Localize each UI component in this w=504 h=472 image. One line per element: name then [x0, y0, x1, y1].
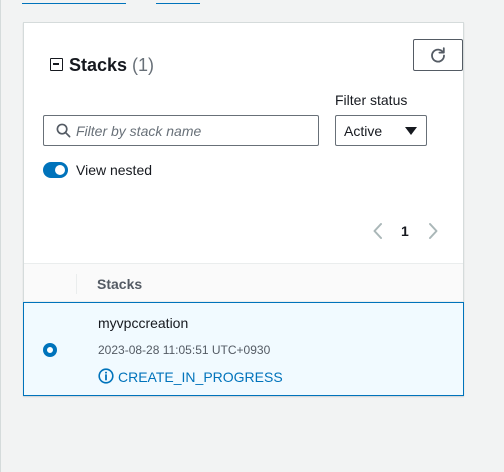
- view-nested-label: View nested: [76, 162, 153, 178]
- chevron-right-icon: [429, 223, 438, 239]
- column-header-stacks[interactable]: Stacks: [97, 276, 142, 292]
- stack-count: (1): [132, 55, 155, 75]
- status-text: CREATE_IN_PROGRESS: [118, 369, 283, 385]
- filter-status-value: Active: [344, 123, 383, 139]
- page-edge: [0, 0, 1, 472]
- search-icon: [56, 123, 71, 138]
- row-select-radio[interactable]: [43, 343, 57, 357]
- search-input[interactable]: [76, 116, 314, 145]
- filter-status-select[interactable]: Active: [335, 115, 427, 146]
- filter-status-label: Filter status: [335, 92, 408, 108]
- breadcrumb-link-1[interactable]: [22, 0, 126, 4]
- stack-name[interactable]: myvpccreation: [98, 315, 188, 331]
- page-title: Stacks (1): [69, 55, 154, 76]
- breadcrumb-link-2[interactable]: [156, 0, 200, 4]
- refresh-icon: [431, 47, 445, 63]
- pagination-prev-button[interactable]: [371, 222, 385, 240]
- info-icon: [98, 368, 114, 384]
- collapse-icon[interactable]: [50, 58, 63, 71]
- table-header: Stacks: [24, 263, 463, 302]
- pagination-page-1[interactable]: 1: [401, 223, 409, 239]
- chevron-left-icon: [373, 223, 382, 239]
- column-divider: [76, 274, 77, 294]
- stacks-panel: Stacks(1) Filter status Active View nest…: [23, 22, 464, 396]
- title-text: Stacks: [69, 55, 128, 75]
- search-field[interactable]: [43, 115, 319, 146]
- stack-created-time: 2023-08-28 11:05:51 UTC+0930: [98, 343, 271, 357]
- view-nested-toggle[interactable]: [43, 162, 68, 178]
- panel-header: Stacks (1): [49, 47, 443, 87]
- table-row[interactable]: myvpccreation 2023-08-28 11:05:51 UTC+09…: [23, 302, 464, 396]
- refresh-button[interactable]: [413, 39, 463, 71]
- pagination-next-button[interactable]: [426, 222, 440, 240]
- breadcrumb: [0, 0, 504, 8]
- caret-down-icon: [405, 127, 417, 135]
